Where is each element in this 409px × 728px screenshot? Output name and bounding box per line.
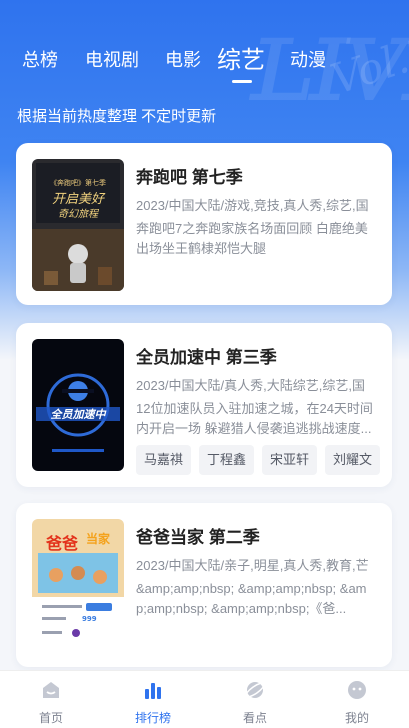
cast-tag[interactable]: 马嘉祺 <box>136 445 192 475</box>
planet-icon <box>245 682 265 698</box>
nav-home[interactable]: 首页 <box>0 671 102 728</box>
show-meta: 2023/中国大陆/亲子,明星,真人秀,教育,芒 <box>136 558 369 573</box>
svg-text:爸爸: 爸爸 <box>45 534 78 553</box>
update-note: 根据当前热度整理 不定时更新 <box>17 108 217 125</box>
nav-ranking[interactable]: 排行榜 <box>102 671 204 728</box>
svg-text:999: 999 <box>82 615 97 623</box>
show-card[interactable]: 全员加速中 全员加速中 第三季 2023/中国大陆/真人秀,大陆综艺,综艺,国 … <box>16 323 392 487</box>
cast-tag[interactable]: 宋亚轩 <box>262 445 318 475</box>
show-card[interactable]: 爸爸 当家 999 爸爸当家 第二季 2023/中国大陆/亲子,明星,真人秀,教… <box>16 503 392 667</box>
show-title: 全员加速中 第三季 <box>136 348 277 367</box>
nav-label: 看点 <box>242 711 267 725</box>
show-description: 12位加速队员入驻加速之城，在24天时间内开启一场 躲避猎人侵袭追逃挑战速度..… <box>136 401 373 436</box>
cast-tags: 马嘉祺 丁程鑫 宋亚轩 刘耀文 <box>136 445 381 475</box>
cast-tag[interactable]: 丁程鑫 <box>199 445 255 475</box>
show-description: 奔跑吧7之奔跑家族名场面回顾 白鹿绝美出场坐王鹤棣郑恺大腿 <box>136 221 368 256</box>
show-description: &amp;amp;nbsp; &amp;amp;nbsp; &amp;amp;n… <box>136 581 367 616</box>
tab-overall[interactable]: 总榜 <box>22 46 58 72</box>
nav-label: 我的 <box>344 711 369 725</box>
svg-text:《奔跑吧》第七季: 《奔跑吧》第七季 <box>50 178 106 187</box>
bottom-navigation: 首页 排行榜 看点 我的 <box>0 670 409 728</box>
show-poster[interactable]: 《奔跑吧》第七季 开启美好 奇幻旅程 <box>32 159 124 291</box>
svg-text:当家: 当家 <box>86 531 111 546</box>
show-poster[interactable]: 爸爸 当家 999 <box>32 519 124 651</box>
tab-tv-series[interactable]: 电视剧 <box>85 46 139 72</box>
show-meta: 2023/中国大陆/游戏,竞技,真人秀,综艺,国 <box>136 198 369 213</box>
cast-tag[interactable]: 刘耀文 <box>325 445 381 475</box>
category-tabs: 总榜 电视剧 电影 综艺 动漫 <box>0 38 409 86</box>
tab-movies[interactable]: 电影 <box>165 46 201 72</box>
home-icon <box>43 682 59 698</box>
svg-text:奇幻旅程: 奇幻旅程 <box>58 208 100 220</box>
svg-text:开启美好: 开启美好 <box>52 192 106 207</box>
show-title: 奔跑吧 第七季 <box>136 168 243 187</box>
tab-variety[interactable]: 综艺 <box>217 40 265 75</box>
show-title: 爸爸当家 第二季 <box>136 528 260 547</box>
show-poster[interactable]: 全员加速中 <box>32 339 124 471</box>
profile-icon <box>348 681 366 699</box>
tab-anime[interactable]: 动漫 <box>290 46 326 72</box>
nav-label: 首页 <box>38 711 63 725</box>
nav-label: 排行榜 <box>134 711 171 725</box>
svg-text:全员加速中: 全员加速中 <box>51 408 108 421</box>
nav-highlights[interactable]: 看点 <box>204 671 306 728</box>
show-meta: 2023/中国大陆/真人秀,大陆综艺,综艺,国 <box>136 378 365 393</box>
nav-profile[interactable]: 我的 <box>306 671 408 728</box>
ranking-icon <box>145 683 161 699</box>
show-card[interactable]: 《奔跑吧》第七季 开启美好 奇幻旅程 奔跑吧 第七季 2023/中国大陆/游戏,… <box>16 143 392 305</box>
active-tab-indicator <box>232 80 252 83</box>
